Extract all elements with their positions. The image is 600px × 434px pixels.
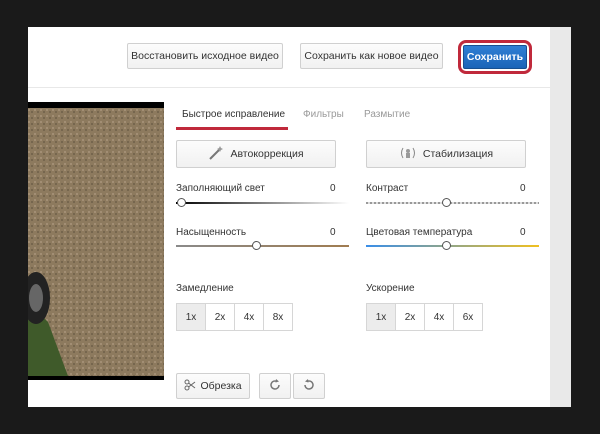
rotate-right-icon bbox=[268, 378, 282, 395]
speedup-2x[interactable]: 2x bbox=[395, 303, 425, 331]
rotate-right-button[interactable] bbox=[259, 373, 291, 399]
contrast-knob[interactable] bbox=[442, 198, 451, 207]
stabilize-label: Стабилизация bbox=[422, 148, 494, 160]
video-preview bbox=[28, 102, 164, 380]
video-frame-image bbox=[28, 102, 164, 380]
color-temp-label: Цветовая температура bbox=[366, 227, 473, 238]
save-button[interactable]: Сохранить bbox=[463, 45, 527, 69]
stabilize-icon bbox=[399, 146, 417, 163]
fill-light-value: 0 bbox=[330, 183, 336, 194]
speedup-6x[interactable]: 6x bbox=[453, 303, 483, 331]
tab-quick-fix[interactable]: Быстрое исправление bbox=[182, 109, 285, 120]
editor-window: Восстановить исходное видео Сохранить ка… bbox=[28, 27, 571, 407]
save-as-new-button[interactable]: Сохранить как новое видео bbox=[300, 43, 443, 69]
magic-wand-icon bbox=[208, 145, 224, 164]
fill-light-knob[interactable] bbox=[177, 198, 186, 207]
saturation-label: Насыщенность bbox=[176, 227, 247, 238]
color-temp-slider[interactable] bbox=[366, 245, 539, 247]
speedup-1x[interactable]: 1x bbox=[366, 303, 396, 331]
saturation-slider[interactable] bbox=[176, 245, 349, 247]
speedup-options: 1x 2x 4x 6x bbox=[366, 303, 483, 331]
crop-label: Обрезка bbox=[200, 380, 242, 392]
slowdown-4x[interactable]: 4x bbox=[234, 303, 264, 331]
speedup-4x[interactable]: 4x bbox=[424, 303, 454, 331]
color-temp-knob[interactable] bbox=[442, 241, 451, 250]
tab-active-indicator bbox=[176, 127, 288, 130]
fill-light-label: Заполняющий свет bbox=[176, 183, 265, 194]
speedup-label: Ускорение bbox=[366, 283, 415, 294]
contrast-value: 0 bbox=[520, 183, 526, 194]
scrollbar-area[interactable] bbox=[550, 27, 571, 407]
restore-original-button[interactable]: Восстановить исходное видео bbox=[127, 43, 283, 69]
top-toolbar: Восстановить исходное видео Сохранить ка… bbox=[28, 27, 571, 88]
contrast-label: Контраст bbox=[366, 183, 409, 194]
tab-blur[interactable]: Размытие bbox=[364, 109, 410, 120]
slowdown-options: 1x 2x 4x 8x bbox=[176, 303, 293, 331]
slowdown-label: Замедление bbox=[176, 283, 234, 294]
slowdown-8x[interactable]: 8x bbox=[263, 303, 293, 331]
contrast-slider[interactable] bbox=[366, 202, 539, 204]
tab-filters[interactable]: Фильтры bbox=[303, 109, 344, 120]
fill-light-slider[interactable] bbox=[176, 202, 349, 204]
color-temp-value: 0 bbox=[520, 227, 526, 238]
stabilize-button[interactable]: Стабилизация bbox=[366, 140, 526, 168]
rotate-left-icon bbox=[302, 378, 316, 395]
autocorrect-button[interactable]: Автокоррекция bbox=[176, 140, 336, 168]
slowdown-2x[interactable]: 2x bbox=[205, 303, 235, 331]
saturation-knob[interactable] bbox=[252, 241, 261, 250]
saturation-value: 0 bbox=[330, 227, 336, 238]
scissors-icon bbox=[184, 379, 196, 394]
crop-button[interactable]: Обрезка bbox=[176, 373, 250, 399]
rotate-left-button[interactable] bbox=[293, 373, 325, 399]
slowdown-1x[interactable]: 1x bbox=[176, 303, 206, 331]
autocorrect-label: Автокоррекция bbox=[230, 148, 304, 160]
